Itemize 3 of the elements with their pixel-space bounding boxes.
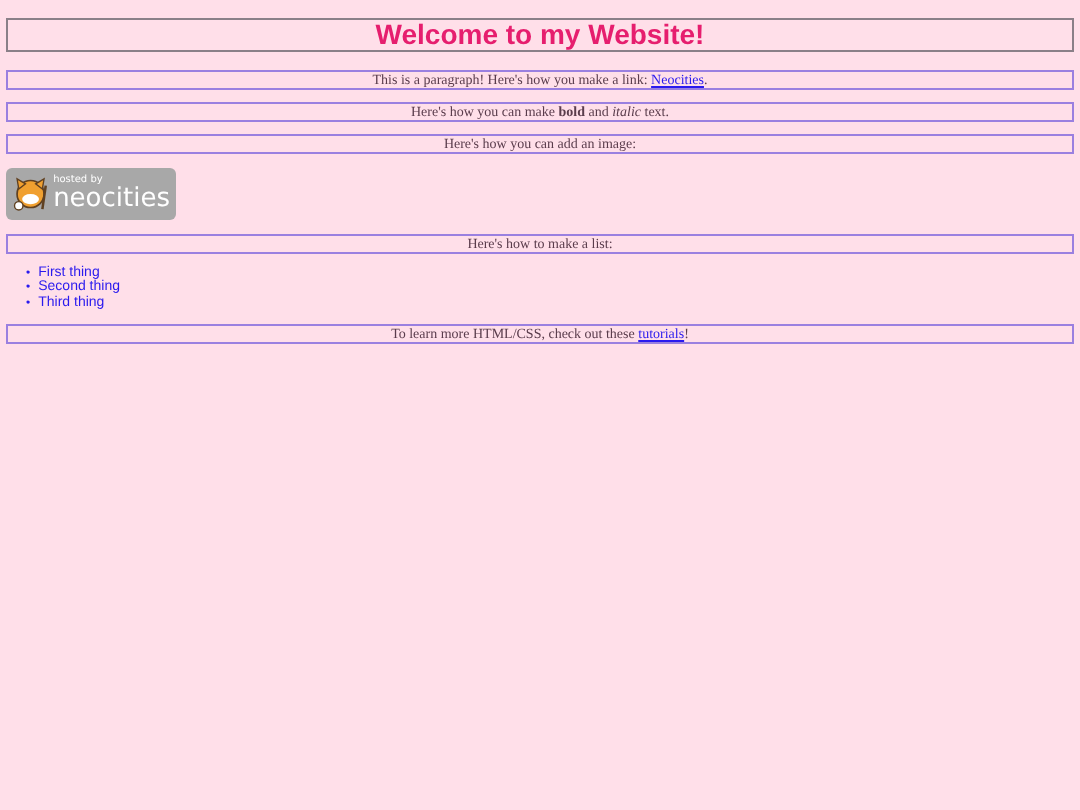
page-heading: Welcome to my Website!: [6, 18, 1074, 52]
cat-icon: [12, 172, 50, 216]
badge-title: neocities: [53, 186, 170, 212]
